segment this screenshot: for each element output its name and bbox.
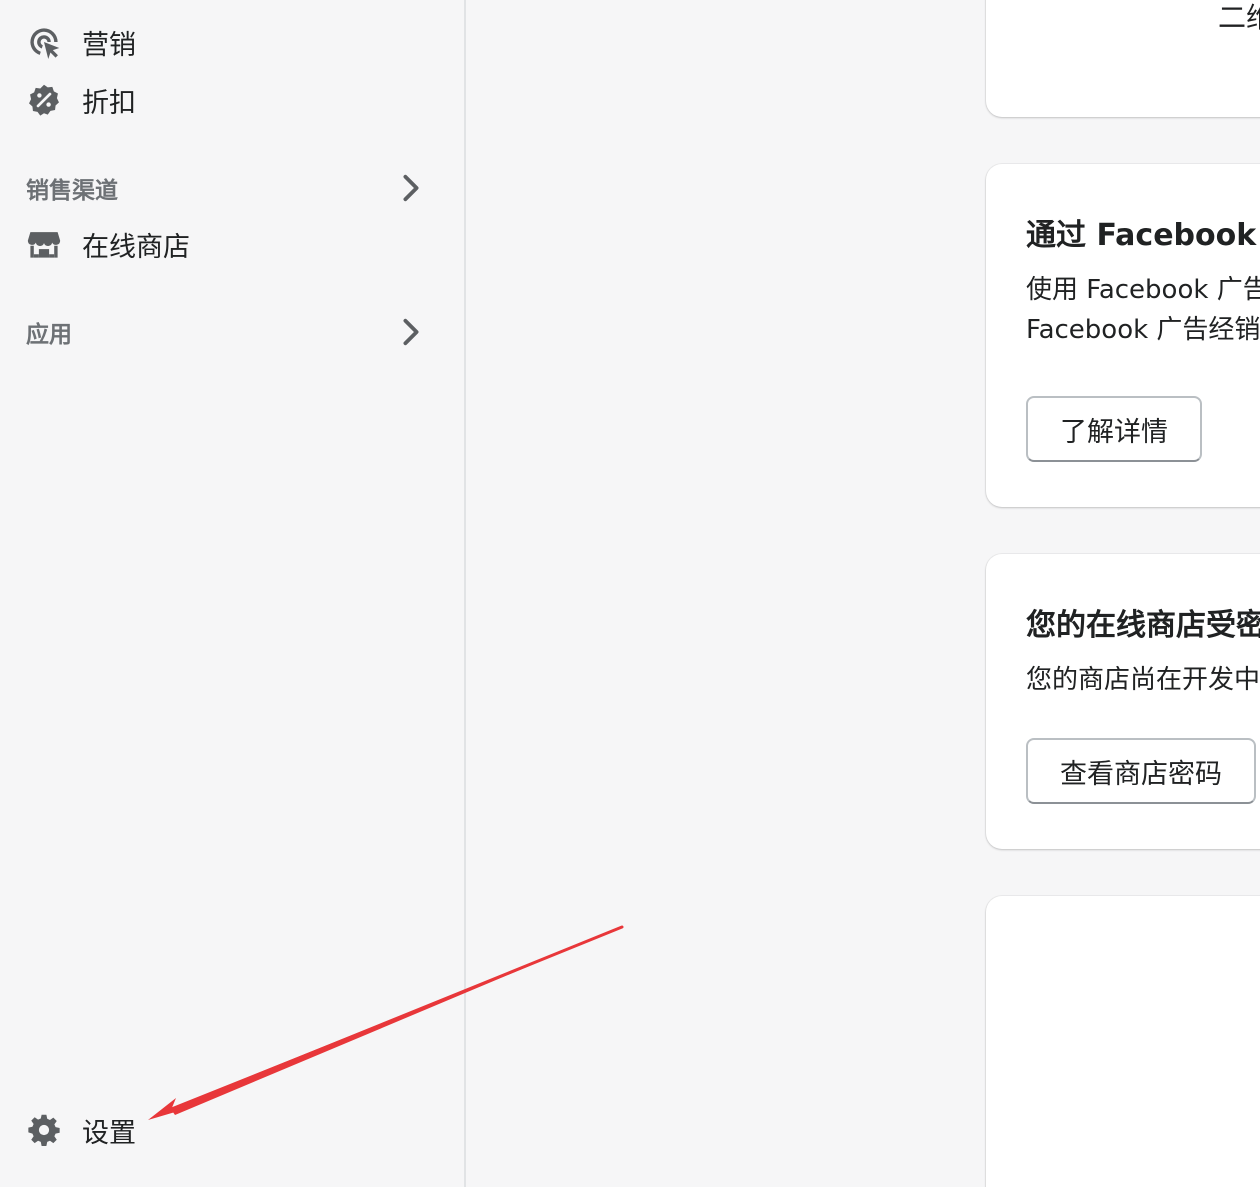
sidebar-item-label: 在线商店 xyxy=(82,231,190,263)
sidebar-item-settings[interactable]: 设置 xyxy=(26,1108,136,1152)
card-partial-top: 二维 xyxy=(986,0,1260,117)
learn-more-button[interactable]: 了解详情 xyxy=(1026,396,1202,462)
card-empty-bottom xyxy=(986,896,1260,1187)
store-icon xyxy=(26,226,62,262)
chevron-right-icon[interactable] xyxy=(396,317,426,347)
apps-header[interactable]: 应用 xyxy=(26,312,426,352)
card-heading: 通过 Facebook M xyxy=(1026,218,1260,253)
sidebar-item-label: 营销 xyxy=(82,29,136,61)
discount-badge-icon xyxy=(26,82,62,118)
sidebar-item-discounts[interactable]: 折扣 xyxy=(26,78,136,122)
sidebar-item-marketing[interactable]: 营销 xyxy=(26,20,136,64)
card-body-line: 您的商店尚在开发中 xyxy=(1026,665,1260,695)
chevron-right-icon[interactable] xyxy=(396,173,426,203)
sales-channels-header[interactable]: 销售渠道 xyxy=(26,168,426,208)
facebook-card: 通过 Facebook M 使用 Facebook 广告 Facebook 广告… xyxy=(986,164,1260,507)
card-body-line: Facebook 广告经销 xyxy=(1026,315,1260,345)
card-body-line: 使用 Facebook 广告 xyxy=(1026,275,1260,305)
main-content: 二维 通过 Facebook M 使用 Facebook 广告 Facebook… xyxy=(466,0,1260,1187)
sidebar-item-label: 设置 xyxy=(82,1117,136,1149)
sidebar-item-online-store[interactable]: 在线商店 xyxy=(26,222,190,266)
card-partial-text: 二维 xyxy=(1218,1,1260,34)
marketing-target-icon xyxy=(26,24,62,60)
section-title: 销售渠道 xyxy=(26,178,118,204)
sidebar-item-label: 折扣 xyxy=(82,87,136,119)
section-title: 应用 xyxy=(26,322,72,348)
gear-icon xyxy=(26,1112,62,1148)
card-heading: 您的在线商店受密 xyxy=(1026,608,1260,643)
sidebar: 营销 折扣 销售渠道 在线商店 应用 设置 xyxy=(0,0,466,1187)
view-store-password-button[interactable]: 查看商店密码 xyxy=(1026,738,1256,804)
password-protection-card: 您的在线商店受密 您的商店尚在开发中 查看商店密码 xyxy=(986,554,1260,849)
